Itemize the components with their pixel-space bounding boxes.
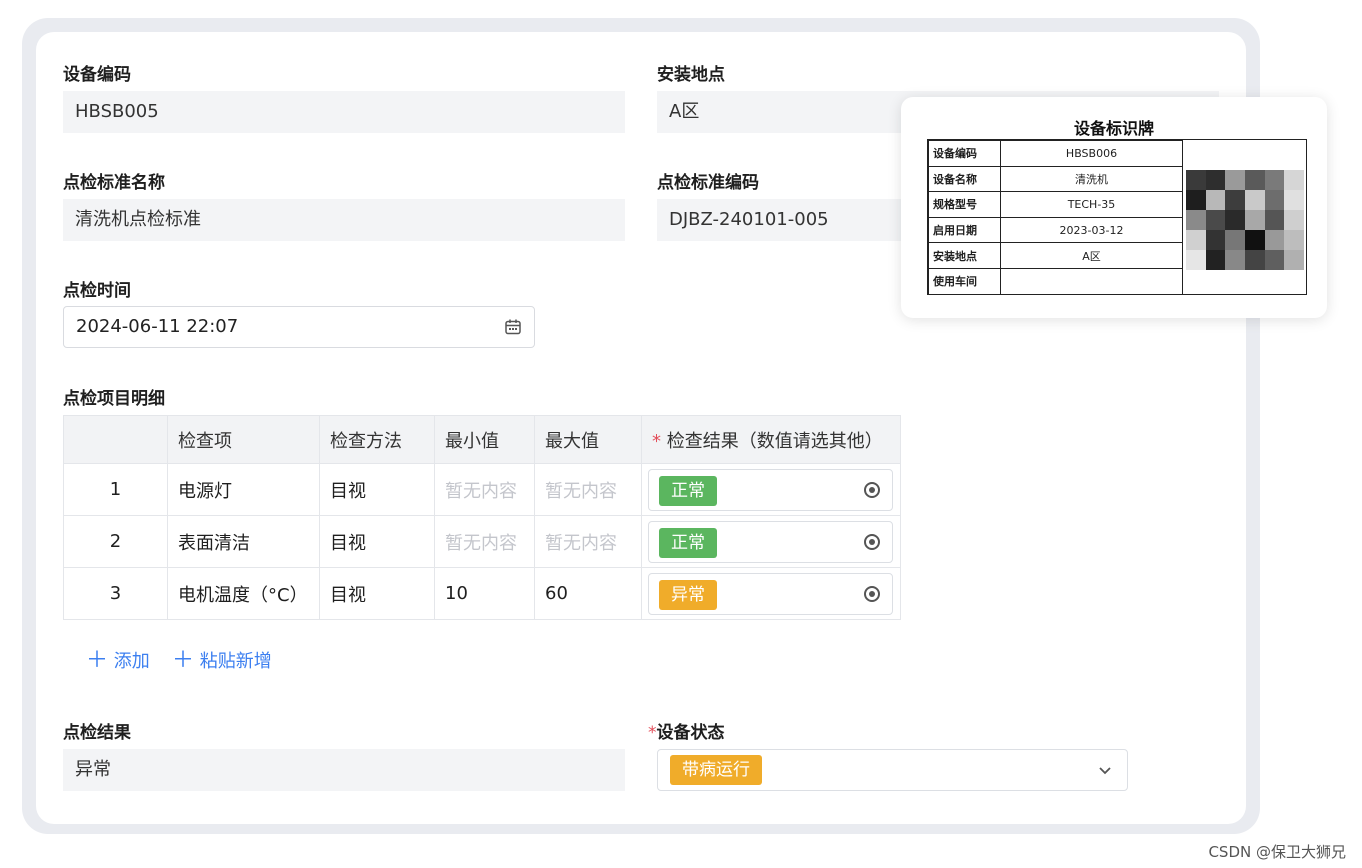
nameplate-key: 规格型号 xyxy=(928,191,1001,218)
table-row: 2 表面清洁 目视 暂无内容 暂无内容 正常 xyxy=(63,515,901,568)
nameplate-row: 安装地点 A区 xyxy=(928,242,1183,269)
row-min: 暂无内容 xyxy=(434,515,535,568)
nameplate-row: 规格型号 TECH-35 xyxy=(928,191,1183,218)
row-method: 目视 xyxy=(319,463,435,516)
nameplate-title: 设备标识牌 xyxy=(1073,119,1154,138)
nameplate-key: 使用车间 xyxy=(928,267,1001,295)
nameplate-card: 设备标识牌 设备编码 HBSB006 设备名称 清洗机 规格型号 TECH-35 启用… xyxy=(901,97,1327,318)
row-method: 目视 xyxy=(319,515,435,568)
row-min: 暂无内容 xyxy=(434,463,535,516)
row-max: 60 xyxy=(534,567,642,620)
nameplate-table: 设备编码 HBSB006 设备名称 清洗机 规格型号 TECH-35 启用日期 2023… xyxy=(928,140,1183,295)
nameplate-key: 启用日期 xyxy=(928,216,1001,244)
chevron-down-icon[interactable] xyxy=(1097,762,1113,778)
col-min-header: 最小值 xyxy=(434,415,535,464)
nameplate-row: 启用日期 2023-03-12 xyxy=(928,216,1183,244)
result-label: 点检结果 xyxy=(63,723,131,743)
result-select[interactable]: 正常 xyxy=(648,468,893,511)
row-result-cell: 正常 xyxy=(641,515,901,568)
details-label: 点检项目明细 xyxy=(63,389,165,409)
result-tag: 异常 xyxy=(659,579,717,610)
paste-add-label: 粘贴新增 xyxy=(199,651,272,672)
nameplate-row: 设备编码 HBSB006 xyxy=(928,140,1183,167)
row-result-cell: 正常 xyxy=(641,463,901,516)
nameplate-table-box: 设备编码 HBSB006 设备名称 清洗机 规格型号 TECH-35 启用日期 2023… xyxy=(927,139,1307,295)
row-item: 表面清洁 xyxy=(167,515,320,568)
paste-add-button[interactable]: ＋ 粘贴新增 xyxy=(172,642,272,674)
row-min: 10 xyxy=(434,567,535,620)
table-header-row: 检查项 检查方法 最小值 最大值 * 检查结果（数值请选其他） xyxy=(63,415,901,464)
col-result-header-label: 检查结果（数值请选其他） xyxy=(666,430,883,452)
nameplate-value: 清洗机 xyxy=(1000,165,1183,193)
watermark: CSDN @保卫大狮兄 xyxy=(1208,843,1346,861)
nameplate-key: 设备编码 xyxy=(928,140,1001,167)
nameplate-key: 安装地点 xyxy=(928,242,1001,269)
device-code-label: 设备编码 xyxy=(63,65,131,85)
col-method-header: 检查方法 xyxy=(319,415,435,464)
col-max-header: 最大值 xyxy=(534,415,642,464)
nameplate-key: 设备名称 xyxy=(928,165,1001,193)
row-index: 1 xyxy=(63,463,168,516)
row-max: 暂无内容 xyxy=(534,515,642,568)
plus-icon: ＋ xyxy=(172,648,195,673)
device-status-label: *设备状态 xyxy=(648,718,725,743)
col-index-header xyxy=(63,415,168,464)
nameplate-value xyxy=(1000,267,1183,295)
required-mark: * xyxy=(648,723,657,743)
result-select[interactable]: 异常 xyxy=(648,572,893,615)
install-location-label: 安装地点 xyxy=(657,65,725,85)
nameplate-value: A区 xyxy=(1000,242,1183,269)
add-button-label: 添加 xyxy=(113,651,150,672)
row-index: 2 xyxy=(63,515,168,568)
nameplate-value: TECH-35 xyxy=(1000,191,1183,218)
device-status-select[interactable]: 带病运行 xyxy=(657,749,1128,791)
radio-icon[interactable] xyxy=(864,533,880,550)
row-item: 电机温度（°C） xyxy=(167,567,320,620)
qr-code-image xyxy=(1186,170,1304,270)
result-field: 异常 xyxy=(63,749,625,791)
col-item-header: 检查项 xyxy=(167,415,320,464)
result-select[interactable]: 正常 xyxy=(648,520,893,563)
radio-icon[interactable] xyxy=(864,481,880,498)
table-row: 1 电源灯 目视 暂无内容 暂无内容 正常 xyxy=(63,463,901,516)
nameplate-value: HBSB006 xyxy=(1000,140,1183,167)
inspect-time-value: 2024-06-11 22:07 xyxy=(76,316,239,337)
inspect-time-picker[interactable]: 2024-06-11 22:07 xyxy=(63,306,535,348)
inspect-time-label: 点检时间 xyxy=(63,281,131,301)
nameplate-row: 设备名称 清洗机 xyxy=(928,165,1183,193)
required-mark: * xyxy=(652,430,661,452)
device-code-field: HBSB005 xyxy=(63,91,625,133)
device-status-tag: 带病运行 xyxy=(670,755,762,785)
calendar-icon[interactable] xyxy=(504,318,522,336)
add-button[interactable]: ＋ 添加 xyxy=(86,642,150,674)
standard-name-field: 清洗机点检标准 xyxy=(63,199,625,241)
standard-code-label: 点检标准编码 xyxy=(657,173,759,193)
nameplate-value: 2023-03-12 xyxy=(1000,216,1183,244)
row-max: 暂无内容 xyxy=(534,463,642,516)
result-tag: 正常 xyxy=(659,527,717,558)
table-row: 3 电机温度（°C） 目视 10 60 异常 xyxy=(63,567,901,620)
standard-name-label: 点检标准名称 xyxy=(63,173,165,193)
result-tag: 正常 xyxy=(659,475,717,506)
plus-icon: ＋ xyxy=(86,648,109,673)
col-result-header: * 检查结果（数值请选其他） xyxy=(641,415,901,464)
radio-icon[interactable] xyxy=(864,585,880,602)
row-method: 目视 xyxy=(319,567,435,620)
row-index: 3 xyxy=(63,567,168,620)
inspection-table: 检查项 检查方法 最小值 最大值 * 检查结果（数值请选其他） 1 电源灯 目视… xyxy=(63,415,901,620)
row-result-cell: 异常 xyxy=(641,567,901,620)
row-item: 电源灯 xyxy=(167,463,320,516)
nameplate-row: 使用车间 xyxy=(928,267,1183,295)
device-status-label-text: 设备状态 xyxy=(656,723,725,743)
